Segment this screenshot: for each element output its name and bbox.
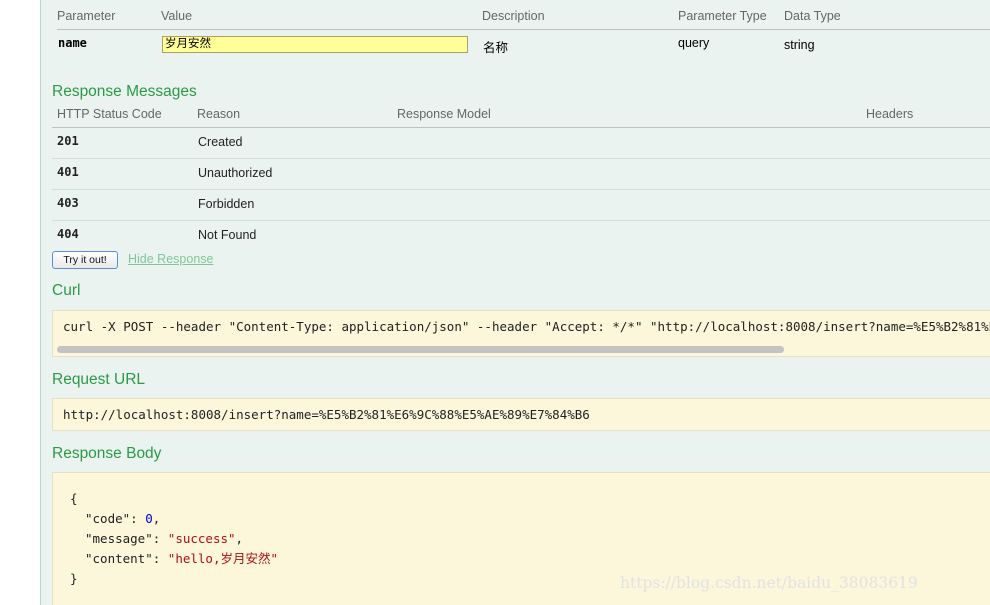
header-value: Value	[161, 9, 193, 23]
parameter-name: name	[58, 36, 87, 50]
json-key: "code"	[85, 511, 131, 526]
json-value: "hello,岁月安然"	[167, 551, 279, 566]
try-it-out-button[interactable]: Try it out!	[52, 251, 118, 269]
json-line: "message": "success",	[85, 531, 244, 546]
status-reason: Forbidden	[198, 197, 255, 211]
header-description: Description	[482, 9, 545, 23]
operation-page: Parameter Value Description Parameter Ty…	[0, 0, 990, 605]
json-close-brace: }	[70, 571, 78, 586]
parameter-type: query	[678, 36, 710, 50]
json-line: "code": 0,	[85, 511, 161, 526]
header-data-type: Data Type	[784, 9, 841, 23]
json-open-brace: {	[70, 491, 78, 506]
watermark: https://blog.csdn.net/baidu_38083619	[620, 574, 918, 592]
header-parameter: Parameter	[57, 9, 116, 23]
header-response-model: Response Model	[397, 107, 491, 121]
curl-command: curl -X POST --header "Content-Type: app…	[63, 319, 990, 334]
json-value: 0	[145, 511, 153, 526]
curl-title: Curl	[52, 282, 81, 299]
response-messages-title: Response Messages	[52, 83, 197, 100]
request-url-title: Request URL	[52, 371, 146, 388]
response-body-title: Response Body	[52, 445, 162, 462]
table-row: 201 Created	[52, 128, 990, 159]
table-row: 401 Unauthorized	[52, 159, 990, 190]
header-parameter-type: Parameter Type	[678, 9, 767, 23]
json-value: "success"	[167, 531, 236, 546]
status-code: 404	[57, 227, 79, 241]
status-reason: Not Found	[198, 228, 257, 242]
response-messages-header-row: HTTP Status Code Reason Response Model H…	[52, 107, 990, 128]
header-headers: Headers	[866, 107, 914, 121]
status-code: 403	[57, 196, 79, 210]
header-reason: Reason	[197, 107, 241, 121]
hide-response-link[interactable]: Hide Response	[128, 252, 213, 266]
status-reason: Created	[198, 135, 243, 149]
horizontal-scrollbar[interactable]	[55, 345, 987, 354]
parameters-header-row: Parameter Value Description Parameter Ty…	[57, 9, 990, 30]
json-key: "message"	[85, 531, 153, 546]
header-status-code: HTTP Status Code	[57, 107, 162, 121]
parameter-value-input[interactable]: 岁月安然	[162, 36, 468, 53]
status-code: 201	[57, 134, 79, 148]
request-url-box: http://localhost:8008/insert?name=%E5%B2…	[52, 398, 990, 431]
json-key: "content"	[85, 551, 153, 566]
table-row: 403 Forbidden	[52, 190, 990, 221]
curl-box: curl -X POST --header "Content-Type: app…	[52, 310, 990, 357]
json-line: "content": "hello,岁月安然"	[85, 551, 279, 566]
status-code: 401	[57, 165, 79, 179]
status-reason: Unauthorized	[198, 166, 273, 180]
parameter-row: name 岁月安然 名称 query string	[57, 34, 990, 56]
parameter-description: 名称	[483, 41, 509, 55]
table-row: 404 Not Found	[52, 221, 990, 251]
scrollbar-thumb[interactable]	[57, 346, 784, 353]
parameter-data-type: string	[784, 38, 815, 52]
request-url-text: http://localhost:8008/insert?name=%E5%B2…	[63, 407, 590, 422]
